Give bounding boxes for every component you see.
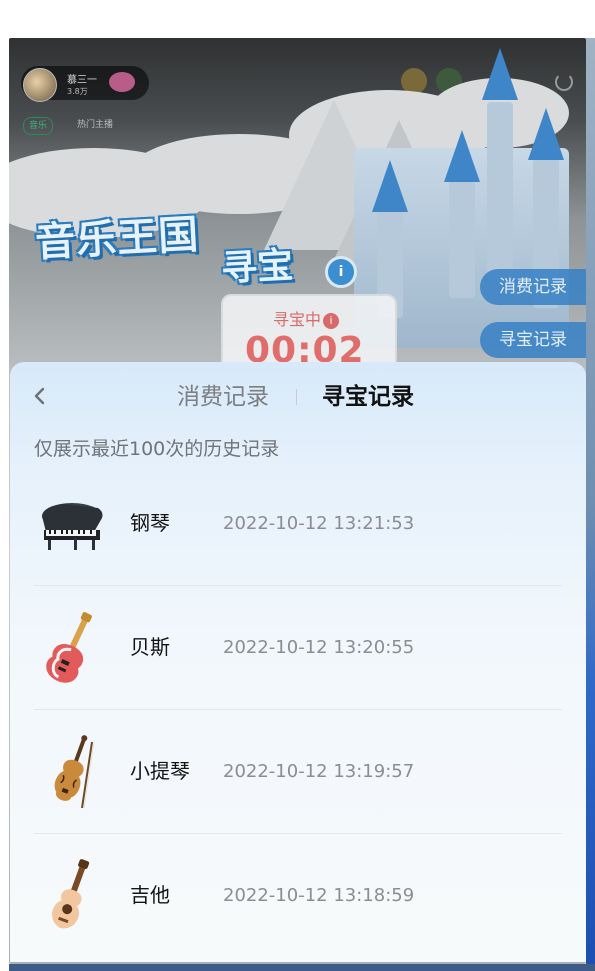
host-name: 慕三一 bbox=[67, 75, 97, 86]
item-time: 2022-10-12 13:19:57 bbox=[223, 761, 415, 782]
game-title-sub: 寻宝 bbox=[220, 245, 295, 290]
records-sheet: 消费记录 寻宝记录 仅展示最近100次的历史记录 钢琴 2022-10-12 1… bbox=[10, 362, 586, 962]
castle-tower bbox=[449, 178, 475, 298]
item-name: 小提琴 bbox=[130, 759, 190, 783]
consume-record-button[interactable]: 消费记录 bbox=[480, 269, 586, 305]
host-fans-count: 3.8万 bbox=[67, 87, 88, 96]
hunt-status-label: 寻宝中 i bbox=[273, 306, 340, 330]
desktop-wallpaper-edge bbox=[586, 38, 595, 964]
tab-divider bbox=[296, 389, 297, 405]
tab-hunt-records[interactable]: 寻宝记录 bbox=[322, 380, 414, 414]
taskbar-edge bbox=[9, 964, 595, 971]
item-time: 2022-10-12 13:20:55 bbox=[223, 637, 415, 658]
item-name: 吉他 bbox=[130, 883, 170, 907]
item-name: 钢琴 bbox=[130, 511, 170, 535]
violin-icon bbox=[54, 735, 95, 809]
records-tabs: 消费记录 寻宝记录 bbox=[10, 380, 586, 414]
host-avatar[interactable] bbox=[23, 68, 57, 102]
game-title: 音乐王国 bbox=[34, 211, 201, 267]
bass-guitar-icon bbox=[46, 612, 92, 683]
castle-roof bbox=[444, 130, 480, 182]
info-icon[interactable]: i bbox=[325, 256, 357, 288]
record-row[interactable]: 钢琴 2022-10-12 13:21:53 bbox=[34, 462, 562, 586]
power-close-icon[interactable] bbox=[555, 73, 573, 91]
music-tag[interactable]: 音乐 bbox=[23, 117, 54, 135]
record-row[interactable]: 贝斯 2022-10-12 13:20:55 bbox=[34, 586, 562, 710]
item-time: 2022-10-12 13:18:59 bbox=[223, 885, 415, 906]
record-list: 钢琴 2022-10-12 13:21:53 贝斯 2022-10-12 13:… bbox=[34, 462, 562, 957]
follow-badge-icon[interactable] bbox=[109, 72, 135, 92]
record-row[interactable]: 吉他 2022-10-12 13:18:59 bbox=[34, 834, 562, 957]
tab-consume-records[interactable]: 消费记录 bbox=[177, 380, 269, 414]
hunt-status-text: 寻宝中 bbox=[273, 310, 322, 329]
ukulele-guitar-icon bbox=[52, 859, 90, 929]
castle-roof bbox=[528, 108, 564, 160]
castle-roof bbox=[372, 160, 408, 212]
hot-anchor-link[interactable]: 热门主播 bbox=[77, 117, 113, 130]
item-name: 贝斯 bbox=[130, 635, 170, 659]
castle-tower bbox=[487, 102, 513, 282]
hunt-info-icon[interactable]: i bbox=[323, 313, 340, 329]
piano-icon bbox=[42, 503, 103, 550]
castle-roof bbox=[482, 48, 518, 100]
record-row[interactable]: 小提琴 2022-10-12 13:19:57 bbox=[34, 710, 562, 834]
item-time: 2022-10-12 13:21:53 bbox=[223, 513, 415, 534]
hunt-record-button[interactable]: 寻宝记录 bbox=[480, 322, 586, 358]
history-notice: 仅展示最近100次的历史记录 bbox=[34, 438, 280, 460]
